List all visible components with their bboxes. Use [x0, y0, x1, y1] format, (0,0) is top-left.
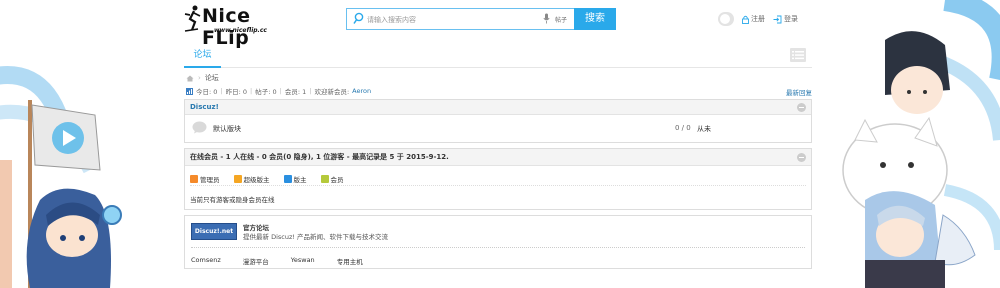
- category-title[interactable]: Discuz!: [190, 103, 219, 111]
- skater-logo-icon: [184, 5, 201, 32]
- search-button[interactable]: 搜索: [574, 8, 616, 30]
- partner-logo[interactable]: Discuz!.net: [191, 223, 237, 240]
- partner-box: Discuz!.net 官方论坛 提供最新 Discuz! 产品新闻、软件下载与…: [184, 215, 812, 269]
- forum-stats: 今日: 0 | 昨日: 0 | 帖子: 0 | 会员: 1 | 欢迎新会员: A…: [186, 86, 371, 96]
- legend-member: 会员: [320, 172, 344, 185]
- forum-row: 默认版块 0 / 0 从未: [185, 115, 811, 139]
- forum-bubble-icon: [192, 121, 207, 134]
- register-link[interactable]: 注册: [742, 14, 765, 24]
- member-user-icon: [320, 174, 329, 183]
- online-title[interactable]: 在线会员 - 1 人在线 - 0 会员(0 隐身), 1 位游客 - 最高记录是…: [190, 153, 449, 161]
- left-decoration: [0, 0, 175, 288]
- legend-moderator: 版主: [283, 172, 307, 185]
- partner-link[interactable]: 专用主机: [337, 256, 363, 266]
- forum-last-post: 从未: [697, 125, 711, 133]
- divider: [191, 247, 805, 248]
- main-page: Nice FLip www.niceflip.cc 帖子 搜索 注册: [184, 0, 812, 288]
- moderator-user-icon: [283, 174, 292, 183]
- member-legend: 管理员 超级版主 版主 会员: [190, 166, 806, 186]
- site-logo[interactable]: Nice FLip www.niceflip.cc: [184, 3, 304, 49]
- partner-links: Comsenz 漫游平台 Yeswan 专用主机: [191, 256, 363, 266]
- stat-today: 今日: 0: [196, 88, 218, 96]
- stat-posts: 帖子: 0: [255, 88, 277, 96]
- partner-desc: 提供最新 Discuz! 产品新闻、软件下载与技术交流: [243, 233, 389, 241]
- partner-link[interactable]: Comsenz: [191, 256, 221, 266]
- login-label: 登录: [784, 15, 798, 23]
- search-input[interactable]: [367, 13, 537, 26]
- forum-name[interactable]: 默认版块: [213, 124, 241, 134]
- partner-link[interactable]: 漫游平台: [243, 256, 269, 266]
- login-link[interactable]: 登录: [773, 14, 798, 24]
- breadcrumb: › 论坛: [186, 73, 219, 83]
- online-header: 在线会员 - 1 人在线 - 0 会员(0 隐身), 1 位游客 - 最高记录是…: [185, 149, 811, 166]
- login-icon: [773, 15, 782, 23]
- partner-link[interactable]: Yeswan: [291, 256, 315, 266]
- home-icon[interactable]: [186, 75, 194, 82]
- register-label: 注册: [751, 15, 765, 23]
- right-anime-illustration: [842, 0, 1000, 288]
- list-menu-icon[interactable]: [790, 48, 806, 62]
- forum-count: 0 / 0: [675, 124, 691, 132]
- microphone-icon[interactable]: [543, 13, 550, 24]
- left-anime-illustration: [0, 66, 122, 288]
- new-member-link[interactable]: Aeron: [352, 87, 371, 95]
- tab-forum[interactable]: 论坛: [184, 43, 221, 68]
- breadcrumb-current[interactable]: 论坛: [205, 73, 219, 83]
- right-decoration: [825, 0, 1000, 288]
- breadcrumb-separator: ›: [198, 74, 201, 82]
- search-bar: 帖子 搜索: [346, 8, 616, 30]
- category-box: Discuz! 默认版块 0 / 0 从未: [184, 99, 812, 143]
- lock-icon: [742, 15, 749, 24]
- admin-user-icon: [190, 174, 198, 183]
- legend-admin: 管理员: [190, 172, 220, 185]
- search-icon: [353, 12, 364, 24]
- online-box: 在线会员 - 1 人在线 - 0 会员(0 隐身), 1 位游客 - 最高记录是…: [184, 148, 812, 210]
- search-type-select[interactable]: 帖子: [555, 15, 567, 24]
- avatar-toggle[interactable]: [718, 12, 734, 26]
- super-moderator-user-icon: [233, 174, 242, 183]
- collapse-icon[interactable]: [797, 153, 806, 162]
- stat-members: 会员: 1: [284, 88, 307, 96]
- welcome-text: 欢迎新会员:: [314, 88, 350, 96]
- stat-yesterday: 昨日: 0: [225, 88, 248, 96]
- category-header: Discuz!: [185, 100, 811, 115]
- logo-url: www.niceflip.cc: [214, 27, 267, 34]
- latest-reply-link[interactable]: 最新回复: [786, 87, 812, 97]
- main-nav: 论坛: [184, 43, 812, 68]
- collapse-icon[interactable]: [797, 103, 806, 112]
- legend-super-moderator: 超级版主: [233, 172, 270, 185]
- user-area: 注册 登录: [718, 12, 798, 26]
- stats-chart-icon: [186, 87, 193, 95]
- online-message: 当前只有游客或隐身会员在线: [190, 196, 275, 204]
